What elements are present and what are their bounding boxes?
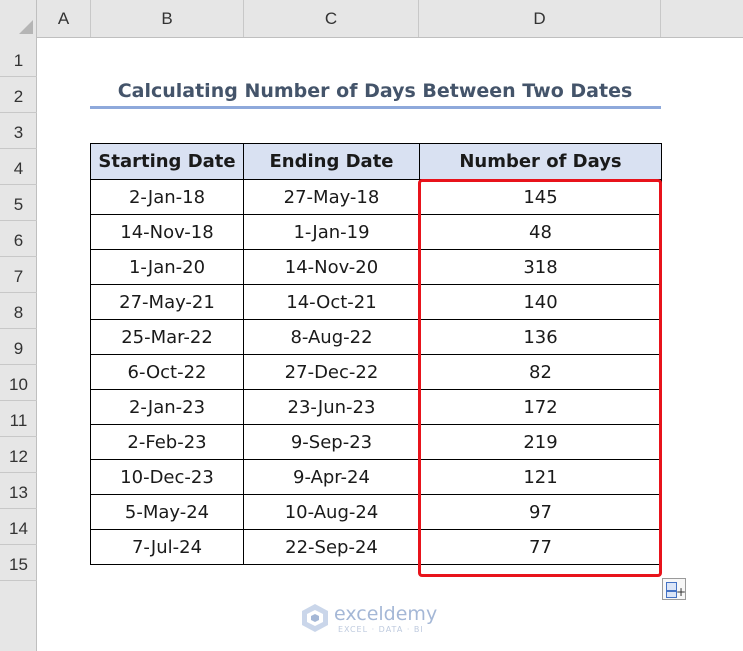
exceldemy-logo-icon: [302, 604, 328, 632]
table-row: 1-Jan-20 14-Nov-20 318: [90, 249, 662, 285]
select-all-button[interactable]: [0, 0, 37, 37]
number-of-days-cell[interactable]: 97: [419, 494, 662, 530]
table-row: 2-Jan-23 23-Jun-23 172: [90, 389, 662, 425]
ending-date-cell[interactable]: 14-Nov-20: [243, 249, 420, 285]
number-of-days-cell[interactable]: 172: [419, 389, 662, 425]
column-header-b[interactable]: B: [91, 0, 244, 37]
watermark-name: exceldemy: [334, 603, 438, 625]
number-of-days-cell[interactable]: 136: [419, 319, 662, 355]
select-all-triangle-icon: [19, 20, 33, 34]
number-of-days-cell[interactable]: 121: [419, 459, 662, 495]
ending-date-cell[interactable]: 10-Aug-24: [243, 494, 420, 530]
ending-date-cell[interactable]: 9-Apr-24: [243, 459, 420, 495]
header-ending-date[interactable]: Ending Date: [243, 143, 420, 180]
number-of-days-cell[interactable]: 77: [419, 529, 662, 565]
table-header-row: Starting Date Ending Date Number of Days: [90, 143, 662, 180]
row-header-13[interactable]: 13: [0, 473, 37, 509]
column-header-c[interactable]: C: [244, 0, 419, 37]
table-row: 10-Dec-23 9-Apr-24 121: [90, 459, 662, 495]
ending-date-cell[interactable]: 22-Sep-24: [243, 529, 420, 565]
table-row: 2-Feb-23 9-Sep-23 219: [90, 424, 662, 460]
row-header-2[interactable]: 2: [0, 77, 37, 113]
starting-date-cell[interactable]: 10-Dec-23: [90, 459, 244, 495]
table-row: 14-Nov-18 1-Jan-19 48: [90, 214, 662, 250]
title-underline: [90, 106, 661, 109]
row-header-3[interactable]: 3: [0, 113, 37, 149]
table-row: 6-Oct-22 27-Dec-22 82: [90, 354, 662, 390]
watermark-tagline: EXCEL · DATA · BI: [338, 625, 424, 634]
table-row: 7-Jul-24 22-Sep-24 77: [90, 529, 662, 565]
row-header-14[interactable]: 14: [0, 509, 37, 545]
row-header-1[interactable]: 1: [0, 41, 37, 77]
ending-date-cell[interactable]: 14-Oct-21: [243, 284, 420, 320]
row-header-bar: 1 2 3 4 5 6 7 8 9 10 11 12 13 14 15: [0, 37, 37, 651]
number-of-days-cell[interactable]: 82: [419, 354, 662, 390]
dates-table: Starting Date Ending Date Number of Days…: [90, 143, 662, 565]
sheet-title[interactable]: Calculating Number of Days Between Two D…: [90, 76, 660, 106]
header-starting-date[interactable]: Starting Date: [90, 143, 244, 180]
row-header-5[interactable]: 5: [0, 185, 37, 221]
starting-date-cell[interactable]: 27-May-21: [90, 284, 244, 320]
starting-date-cell[interactable]: 2-Jan-18: [90, 179, 244, 215]
row-header-4[interactable]: 4: [0, 149, 37, 185]
row-header-10[interactable]: 10: [0, 365, 37, 401]
paste-options-icon[interactable]: +: [662, 578, 686, 600]
number-of-days-cell[interactable]: 219: [419, 424, 662, 460]
ending-date-cell[interactable]: 9-Sep-23: [243, 424, 420, 460]
table-row: 25-Mar-22 8-Aug-22 136: [90, 319, 662, 355]
table-row: 2-Jan-18 27-May-18 145: [90, 179, 662, 215]
row-header-8[interactable]: 8: [0, 293, 37, 329]
row-header-11[interactable]: 11: [0, 401, 37, 437]
number-of-days-cell[interactable]: 145: [419, 179, 662, 215]
number-of-days-cell[interactable]: 140: [419, 284, 662, 320]
starting-date-cell[interactable]: 14-Nov-18: [90, 214, 244, 250]
number-of-days-cell[interactable]: 48: [419, 214, 662, 250]
starting-date-cell[interactable]: 2-Feb-23: [90, 424, 244, 460]
ending-date-cell[interactable]: 27-Dec-22: [243, 354, 420, 390]
table-row: 5-May-24 10-Aug-24 97: [90, 494, 662, 530]
starting-date-cell[interactable]: 1-Jan-20: [90, 249, 244, 285]
paste-options-plus-icon: +: [676, 585, 687, 599]
starting-date-cell[interactable]: 2-Jan-23: [90, 389, 244, 425]
column-header-bar: A B C D: [0, 0, 743, 38]
starting-date-cell[interactable]: 25-Mar-22: [90, 319, 244, 355]
table-row: 27-May-21 14-Oct-21 140: [90, 284, 662, 320]
ending-date-cell[interactable]: 8-Aug-22: [243, 319, 420, 355]
ending-date-cell[interactable]: 27-May-18: [243, 179, 420, 215]
ending-date-cell[interactable]: 23-Jun-23: [243, 389, 420, 425]
column-header-a[interactable]: A: [37, 0, 91, 37]
starting-date-cell[interactable]: 5-May-24: [90, 494, 244, 530]
number-of-days-cell[interactable]: 318: [419, 249, 662, 285]
column-header-d[interactable]: D: [419, 0, 661, 37]
spreadsheet: A B C D 1 2 3 4 5 6 7 8 9 10 11 12 13 14…: [0, 0, 743, 651]
starting-date-cell[interactable]: 7-Jul-24: [90, 529, 244, 565]
header-number-of-days[interactable]: Number of Days: [419, 143, 662, 180]
row-header-7[interactable]: 7: [0, 257, 37, 293]
row-header-15[interactable]: 15: [0, 545, 37, 581]
row-header-9[interactable]: 9: [0, 329, 37, 365]
starting-date-cell[interactable]: 6-Oct-22: [90, 354, 244, 390]
row-header-12[interactable]: 12: [0, 437, 37, 473]
ending-date-cell[interactable]: 1-Jan-19: [243, 214, 420, 250]
row-header-6[interactable]: 6: [0, 221, 37, 257]
